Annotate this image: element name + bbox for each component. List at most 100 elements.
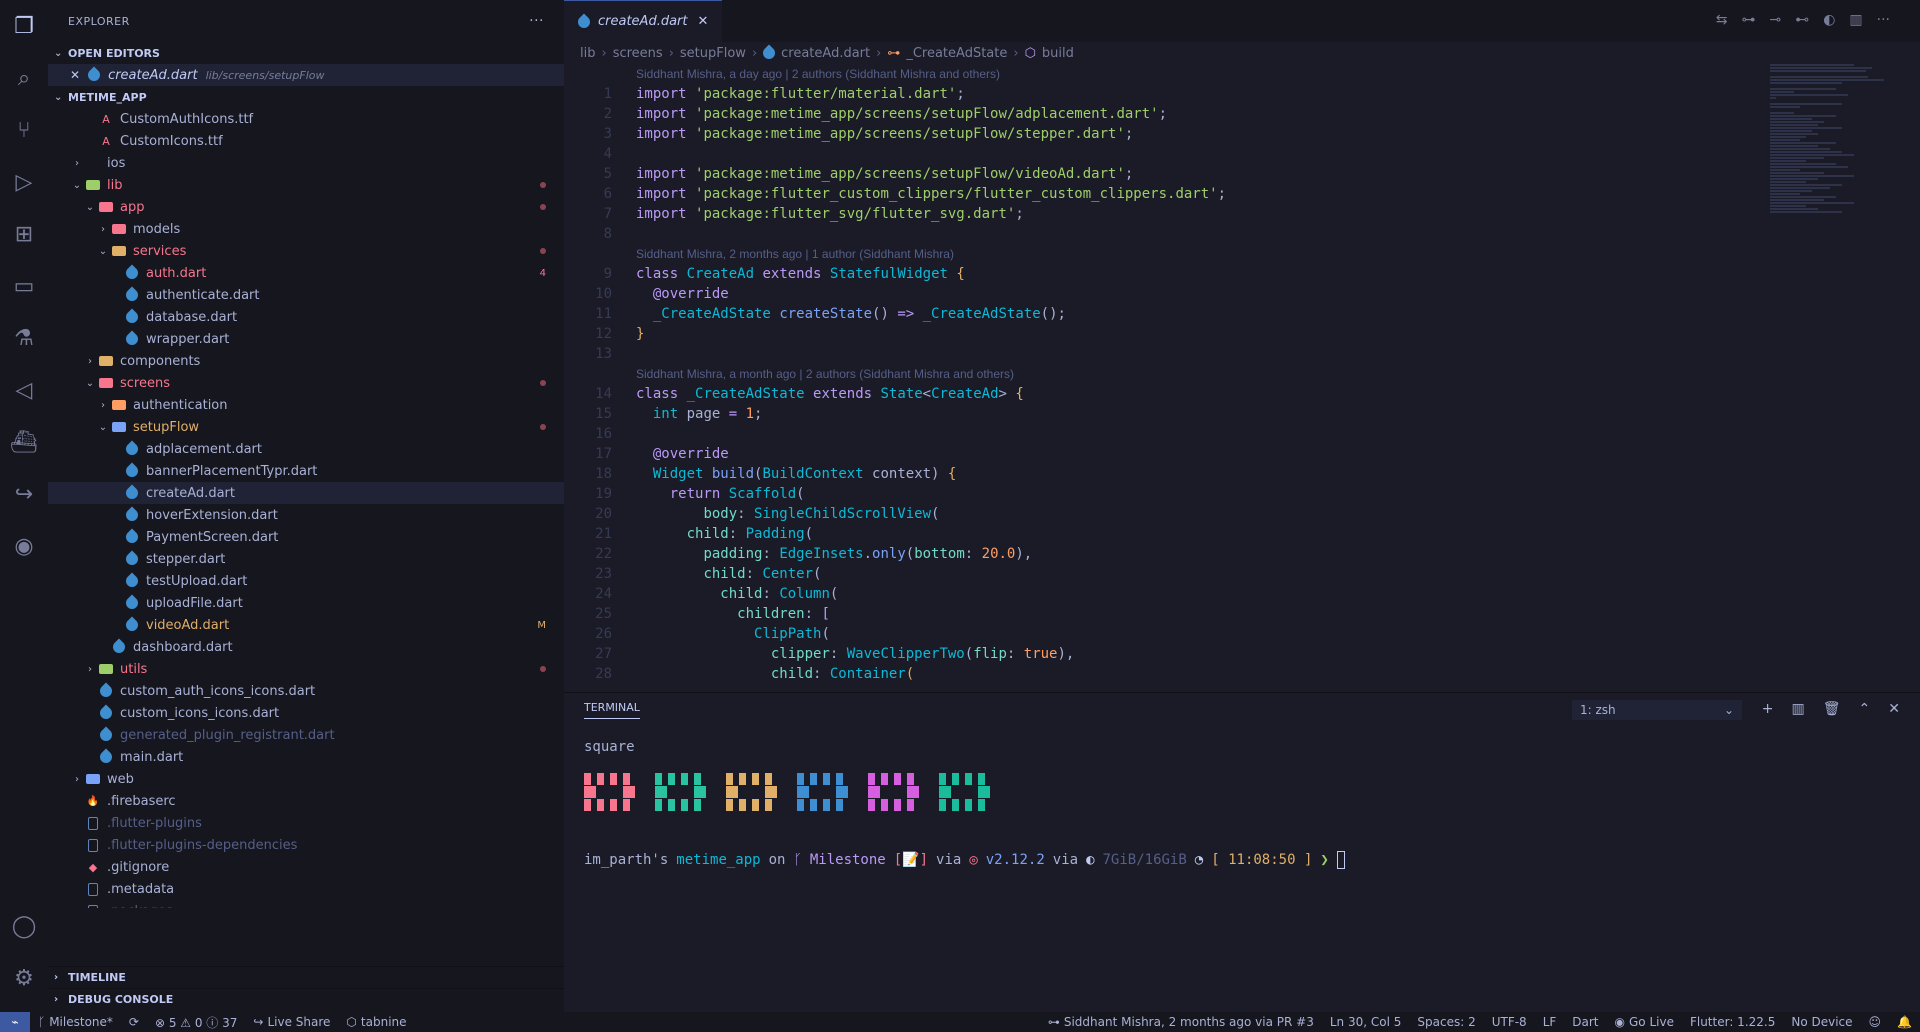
tree-item[interactable]: › web [48,768,564,790]
code-line[interactable]: 9 class CreateAd extends StatefulWidget { [564,264,1786,284]
search-icon[interactable]: ⌕ [0,52,48,104]
run-debug-icon[interactable]: ▷ [0,156,48,208]
close-icon[interactable]: ✕ [70,68,80,82]
encoding[interactable]: UTF-8 [1484,1015,1535,1029]
source-control-icon[interactable]: ⑂ [0,104,48,156]
tree-item[interactable]: dashboard.dart [48,636,564,658]
code-line[interactable]: 13 [564,344,1786,364]
breadcrumb-item[interactable]: setupFlow [680,46,746,61]
code-line[interactable]: 12} [564,324,1786,344]
tree-item[interactable]: wrapper.dart [48,328,564,350]
tabnine-status[interactable]: ⬡ tabnine [338,1015,414,1029]
remote-indicator[interactable]: ⌁ [0,1012,30,1032]
split-editor-icon[interactable]: ▥ [1849,12,1862,28]
indentation[interactable]: Spaces: 2 [1409,1015,1483,1029]
code-line[interactable]: 27 clipper: WaveClipperTwo(flip: true), [564,644,1786,664]
tree-item[interactable]: › utils [48,658,564,680]
tree-item[interactable]: hoverExtension.dart [48,504,564,526]
tree-item[interactable]: createAd.dart [48,482,564,504]
code-line[interactable]: 8 [564,224,1786,244]
settings-gear-icon[interactable]: ⚙ [0,952,48,1004]
code-editor[interactable]: Siddhant Mishra, a day ago | 2 authors (… [564,64,1786,688]
code-line[interactable]: 22 padding: EdgeInsets.only(bottom: 20.0… [564,544,1786,564]
code-lens-blame[interactable]: Siddhant Mishra, a month ago | 2 authors… [564,364,1786,384]
tree-item[interactable]: testUpload.dart [48,570,564,592]
close-icon[interactable]: ✕ [698,14,709,29]
tree-item[interactable]: authenticate.dart [48,284,564,306]
code-line[interactable]: 24 child: Column( [564,584,1786,604]
tree-item[interactable]: ⌄ screens [48,372,564,394]
code-line[interactable]: 15 int page = 1; [564,404,1786,424]
trash-icon[interactable]: 🗑 [1823,701,1841,717]
tree-item[interactable]: custom_icons_icons.dart [48,702,564,724]
code-line[interactable]: 3 import 'package:metime_app/screens/setu… [564,124,1786,144]
github-icon[interactable]: ◉ [0,520,48,572]
more-actions-icon[interactable]: ··· [1877,12,1890,28]
close-icon[interactable]: ✕ [1888,701,1900,717]
code-line[interactable]: 1 import 'package:flutter/material.dart'; [564,84,1786,104]
code-line[interactable]: 5 import 'package:metime_app/screens/setu… [564,164,1786,184]
flutter-icon[interactable]: ◁ [0,364,48,416]
code-line[interactable]: 26 ClipPath( [564,624,1786,644]
git-blame-status[interactable]: ⊶ Siddhant Mishra, 2 months ago via PR #3 [1040,1015,1322,1029]
tree-item[interactable]: ⌄ app [48,196,564,218]
go-live-status[interactable]: ◉ Go Live [1607,1015,1682,1029]
open-editors-section[interactable]: ⌄ OPEN EDITORS [48,42,564,64]
breadcrumb-item[interactable]: screens [613,46,663,61]
tree-item[interactable]: stepper.dart [48,548,564,570]
feedback-icon[interactable]: ☺ [1861,1015,1890,1029]
tree-item[interactable]: videoAd.dart M [48,614,564,636]
tree-item[interactable]: auth.dart 4 [48,262,564,284]
next-change-icon[interactable]: ⊷ [1795,12,1809,28]
code-line[interactable]: 17 @override [564,444,1786,464]
code-line[interactable]: 7 import 'package:flutter_svg/flutter_svg… [564,204,1786,224]
remote-explorer-icon[interactable]: ▭ [0,260,48,312]
breadcrumb-item[interactable]: build [1042,46,1074,61]
tree-item[interactable]: adplacement.dart [48,438,564,460]
git-commit-icon[interactable]: ⊶ [1741,12,1755,28]
tree-item[interactable]: A CustomIcons.ttf [48,130,564,152]
tree-item[interactable]: ⌄ lib [48,174,564,196]
tree-item[interactable]: › ios [48,152,564,174]
tree-item[interactable]: A CustomAuthIcons.ttf [48,108,564,130]
code-line[interactable]: 2 import 'package:metime_app/screens/setu… [564,104,1786,124]
code-line[interactable]: 18 Widget build(BuildContext context) { [564,464,1786,484]
extensions-icon[interactable]: ⊞ [0,208,48,260]
tree-item[interactable]: generated_plugin_registrant.dart [48,724,564,746]
split-terminal-icon[interactable]: ▥ [1792,701,1805,717]
code-line[interactable]: 23 child: Center( [564,564,1786,584]
chevron-right-icon[interactable]: › [95,400,111,411]
sync-icon[interactable]: ⟳ [121,1015,147,1029]
chevron-right-icon[interactable]: › [69,774,85,785]
tree-item[interactable]: .flutter-plugins-dependencies [48,834,564,856]
code-line[interactable]: 11 _CreateAdState createState() => _Crea… [564,304,1786,324]
tree-item[interactable]: uploadFile.dart [48,592,564,614]
chevron-down-icon[interactable]: ⌄ [95,422,111,433]
code-line[interactable]: 21 child: Padding( [564,524,1786,544]
timeline-section[interactable]: › TIMELINE [48,966,564,988]
tree-item[interactable]: ⌄ services [48,240,564,262]
open-editor-item[interactable]: ✕ createAd.dart lib/screens/setupFlow [48,64,564,86]
docker-icon[interactable]: ⛴ [0,416,48,468]
code-line[interactable]: 10 @override [564,284,1786,304]
code-line[interactable]: 6 import 'package:flutter_custom_clippers… [564,184,1786,204]
previous-change-icon[interactable]: ⊸ [1769,12,1781,28]
cursor-position[interactable]: Ln 30, Col 5 [1322,1015,1410,1029]
tab-terminal[interactable]: TERMINAL [584,701,640,719]
tree-item[interactable]: .metadata [48,878,564,900]
language-mode[interactable]: Dart [1564,1015,1606,1029]
branch-status[interactable]: ᚴ Milestone* [30,1015,121,1029]
project-section[interactable]: ⌄ METIME_APP [48,86,564,108]
tree-item[interactable]: .flutter-plugins [48,812,564,834]
code-line[interactable]: 19 return Scaffold( [564,484,1786,504]
flutter-version[interactable]: Flutter: 1.22.5 [1682,1015,1783,1029]
code-lens-blame[interactable]: Siddhant Mishra, a day ago | 2 authors (… [564,64,1786,84]
chevron-right-icon[interactable]: › [69,158,85,169]
terminal-select[interactable]: 1: zsh ⌄ [1572,700,1742,720]
tree-item[interactable]: › models [48,218,564,240]
code-line[interactable]: 16 [564,424,1786,444]
minimap[interactable] [1770,64,1890,524]
tree-item[interactable]: main.dart [48,746,564,768]
terminal-output[interactable]: square im_parth's metime_app on ᚴ Milest… [564,739,1920,869]
maximize-panel-icon[interactable]: ⌃ [1859,701,1871,717]
